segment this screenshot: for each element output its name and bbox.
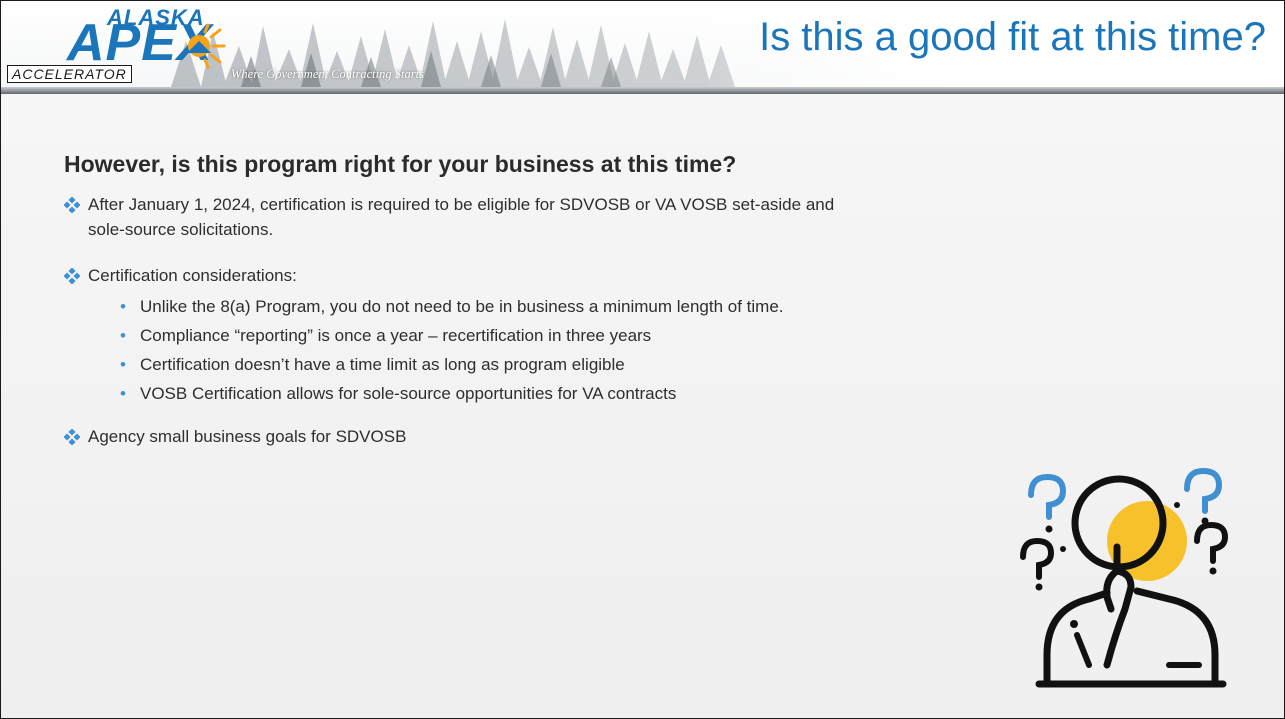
header-divider [1,87,1284,94]
sub-bullet-text: Compliance “reporting” is once a year – … [140,326,652,345]
sub-bullet-item: • Certification doesn’t have a time limi… [120,352,900,377]
content-heading: However, is this program right for your … [64,151,737,177]
slide-content: However, is this program right for your … [64,151,1064,449]
bullet-text: Certification considerations: [88,266,297,285]
sub-bullet-text: VOSB Certification allows for sole-sourc… [140,384,677,403]
sub-bullet-list: • Unlike the 8(a) Program, you do not ne… [64,294,1064,406]
sub-bullet-item: • Compliance “reporting” is once a year … [120,323,900,348]
apex-accelerator-logo: ALASKA APEX ACCELERATOR [7,5,239,85]
sub-bullet-text: Certification doesn’t have a time limit … [140,355,625,374]
diamond-bullet-icon [64,429,80,445]
sub-bullet-item: • Unlike the 8(a) Program, you do not ne… [120,294,900,319]
dot-bullet-icon: • [120,355,126,374]
thinking-person-magnifier-icon [1020,467,1229,688]
logo-accelerator-text: ACCELERATOR [7,65,132,83]
bullet-item: Agency small business goals for SDVOSB [64,424,848,449]
bullet-text: After January 1, 2024, certification is … [88,195,835,239]
diamond-bullet-icon [64,268,80,284]
tagline: Where Government Contracting Starts [231,67,424,81]
dot-bullet-icon: • [120,384,126,403]
sub-bullet-text: Unlike the 8(a) Program, you do not need… [140,297,784,316]
sun-icon [187,23,226,69]
slide: ALASKA APEX ACCELERATOR Where Government… [0,0,1285,719]
bullet-text: Agency small business goals for SDVOSB [88,427,407,446]
slide-header: ALASKA APEX ACCELERATOR Where Government… [1,1,1284,87]
page-title: Is this a good fit at this time? [759,15,1266,59]
bullet-item: Certification considerations: [64,263,848,288]
bullet-item: After January 1, 2024, certification is … [64,192,848,242]
sub-bullet-item: • VOSB Certification allows for sole-sou… [120,381,900,406]
diamond-bullet-icon [64,197,80,213]
dot-bullet-icon: • [120,297,126,316]
dot-bullet-icon: • [120,326,126,345]
